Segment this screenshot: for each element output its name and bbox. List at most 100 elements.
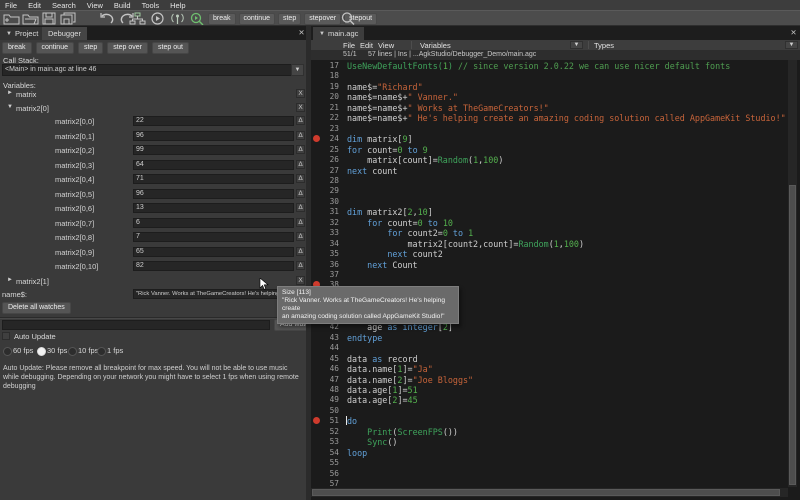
line-number[interactable]: 32 bbox=[311, 218, 339, 227]
toolbar-stepover-button[interactable]: stepover bbox=[304, 13, 341, 25]
code-line-46[interactable]: 46data.name[1]="Ja" bbox=[311, 364, 788, 375]
line-number[interactable]: 24 bbox=[311, 134, 339, 143]
variable-value-field[interactable]: 22 bbox=[133, 116, 294, 126]
types-dropdown-arrow-icon[interactable]: ▼ bbox=[785, 41, 798, 49]
project-tab-menu-icon[interactable]: ▼ bbox=[6, 31, 12, 37]
fps-radio-60-fps[interactable] bbox=[3, 347, 12, 356]
menu-edit[interactable]: Edit bbox=[28, 1, 41, 10]
delta-watch-icon[interactable]: Δ bbox=[296, 145, 305, 154]
code-line-43[interactable]: 43endtype bbox=[311, 333, 788, 344]
line-number[interactable]: 43 bbox=[311, 333, 339, 342]
code-line-17[interactable]: 17UseNewDefaultFonts(1) // since version… bbox=[311, 61, 788, 72]
line-number[interactable]: 45 bbox=[311, 354, 339, 363]
horizontal-scrollbar[interactable] bbox=[311, 488, 788, 497]
remove-watch-icon[interactable]: X bbox=[296, 103, 305, 112]
delta-watch-icon[interactable]: Δ bbox=[296, 247, 305, 256]
line-number[interactable]: 25 bbox=[311, 145, 339, 154]
collapse-icon[interactable]: ▼ bbox=[7, 104, 13, 110]
menu-file[interactable]: File bbox=[5, 1, 17, 10]
call-stack-dropdown[interactable]: <Main> in main.agc at line 46 bbox=[2, 64, 304, 76]
expand-icon[interactable]: ► bbox=[7, 277, 13, 283]
call-stack-dropdown-arrow-icon[interactable]: ▼ bbox=[291, 64, 304, 76]
code-line-32[interactable]: 32 for count=0 to 10 bbox=[311, 218, 788, 229]
code-line-52[interactable]: 52 Print(ScreenFPS()) bbox=[311, 427, 788, 438]
line-number[interactable]: 18 bbox=[311, 71, 339, 80]
code-line-33[interactable]: 33 for count2=0 to 1 bbox=[311, 228, 788, 239]
line-number[interactable]: 21 bbox=[311, 103, 339, 112]
code-line-34[interactable]: 34 matrix2[count2,count]=Random(1,100) bbox=[311, 239, 788, 250]
open-icon[interactable] bbox=[22, 12, 39, 25]
line-number[interactable]: 20 bbox=[311, 92, 339, 101]
code-line-50[interactable]: 50 bbox=[311, 406, 788, 417]
line-number[interactable]: 19 bbox=[311, 82, 339, 91]
code-line-23[interactable]: 23 bbox=[311, 124, 788, 135]
undo-icon[interactable] bbox=[98, 12, 115, 25]
variables-dropdown[interactable]: Variables bbox=[420, 41, 451, 50]
code-line-56[interactable]: 56 bbox=[311, 469, 788, 480]
code-line-47[interactable]: 47data.name[2]="Joe Bloggs" bbox=[311, 375, 788, 386]
code-line-48[interactable]: 48data.age[1]=51 bbox=[311, 385, 788, 396]
line-number[interactable]: 17 bbox=[311, 61, 339, 70]
vertical-scrollbar-thumb[interactable] bbox=[789, 185, 796, 485]
variable-value-field[interactable]: 96 bbox=[133, 189, 294, 199]
line-number[interactable]: 51 bbox=[311, 416, 339, 425]
toolbar-step-button[interactable]: step bbox=[278, 13, 301, 25]
line-number[interactable]: 34 bbox=[311, 239, 339, 248]
left-panel-close-icon[interactable]: ✕ bbox=[297, 28, 306, 37]
delta-watch-icon[interactable]: Δ bbox=[296, 160, 305, 169]
expand-icon[interactable]: ► bbox=[7, 90, 13, 96]
code-line-36[interactable]: 36 next Count bbox=[311, 260, 788, 271]
toolbar-continue-button[interactable]: continue bbox=[239, 13, 275, 25]
new-project-icon[interactable] bbox=[3, 12, 20, 25]
export-icon[interactable] bbox=[129, 12, 146, 25]
broadcast-icon[interactable] bbox=[169, 12, 186, 25]
horizontal-scrollbar-thumb[interactable] bbox=[312, 489, 780, 496]
line-number[interactable]: 52 bbox=[311, 427, 339, 436]
variable-value-field[interactable]: 13 bbox=[133, 203, 294, 213]
line-number[interactable]: 30 bbox=[311, 197, 339, 206]
tab-project[interactable]: ▼ Project bbox=[0, 27, 44, 40]
line-number[interactable]: 57 bbox=[311, 479, 339, 488]
variable-value-field[interactable]: 7 bbox=[133, 232, 294, 242]
add-watch-input[interactable] bbox=[2, 320, 270, 330]
delta-watch-icon[interactable]: Δ bbox=[296, 218, 305, 227]
code-line-55[interactable]: 55 bbox=[311, 458, 788, 469]
menu-tools[interactable]: Tools bbox=[142, 1, 160, 10]
delete-all-watches-button[interactable]: Delete all watches bbox=[2, 302, 71, 314]
code-line-37[interactable]: 37 bbox=[311, 270, 788, 281]
code-line-19[interactable]: 19name$="Richard" bbox=[311, 82, 788, 93]
code-line-18[interactable]: 18 bbox=[311, 71, 788, 82]
tab-debugger[interactable]: Debugger bbox=[42, 27, 87, 40]
watch-value-field[interactable]: "Rick Vanner. Works at TheGameCreators! … bbox=[133, 289, 290, 299]
line-number[interactable]: 48 bbox=[311, 385, 339, 394]
remove-watch-icon[interactable]: X bbox=[296, 276, 305, 285]
line-number[interactable]: 31 bbox=[311, 207, 339, 216]
line-number[interactable]: 46 bbox=[311, 364, 339, 373]
delta-watch-icon[interactable]: Δ bbox=[296, 261, 305, 270]
code-line-45[interactable]: 45data as record bbox=[311, 354, 788, 365]
delta-watch-icon[interactable]: Δ bbox=[296, 131, 305, 140]
code-line-29[interactable]: 29 bbox=[311, 186, 788, 197]
line-number[interactable]: 50 bbox=[311, 406, 339, 415]
variable-value-field[interactable]: 82 bbox=[133, 261, 294, 271]
code-line-35[interactable]: 35 next count2 bbox=[311, 249, 788, 260]
code-line-25[interactable]: 25for count=0 to 9 bbox=[311, 145, 788, 156]
code-line-30[interactable]: 30 bbox=[311, 197, 788, 208]
save-icon[interactable] bbox=[41, 12, 58, 25]
editor-menu-edit[interactable]: Edit bbox=[360, 41, 373, 50]
remove-watch-icon[interactable]: X bbox=[296, 89, 305, 98]
line-number[interactable]: 37 bbox=[311, 270, 339, 279]
line-number[interactable]: 49 bbox=[311, 395, 339, 404]
debug-step-button[interactable]: step bbox=[78, 42, 103, 54]
code-line-53[interactable]: 53 Sync() bbox=[311, 437, 788, 448]
delta-watch-icon[interactable]: Δ bbox=[296, 203, 305, 212]
run-icon[interactable] bbox=[149, 12, 166, 25]
code-line-27[interactable]: 27next count bbox=[311, 166, 788, 177]
variable-value-field[interactable]: 96 bbox=[133, 131, 294, 141]
debug-icon[interactable] bbox=[189, 12, 206, 25]
editor-close-icon[interactable]: ✕ bbox=[789, 28, 798, 37]
menu-view[interactable]: View bbox=[87, 1, 103, 10]
debug-step-over-button[interactable]: step over bbox=[107, 42, 148, 54]
line-number[interactable]: 53 bbox=[311, 437, 339, 446]
code-line-44[interactable]: 44 bbox=[311, 343, 788, 354]
